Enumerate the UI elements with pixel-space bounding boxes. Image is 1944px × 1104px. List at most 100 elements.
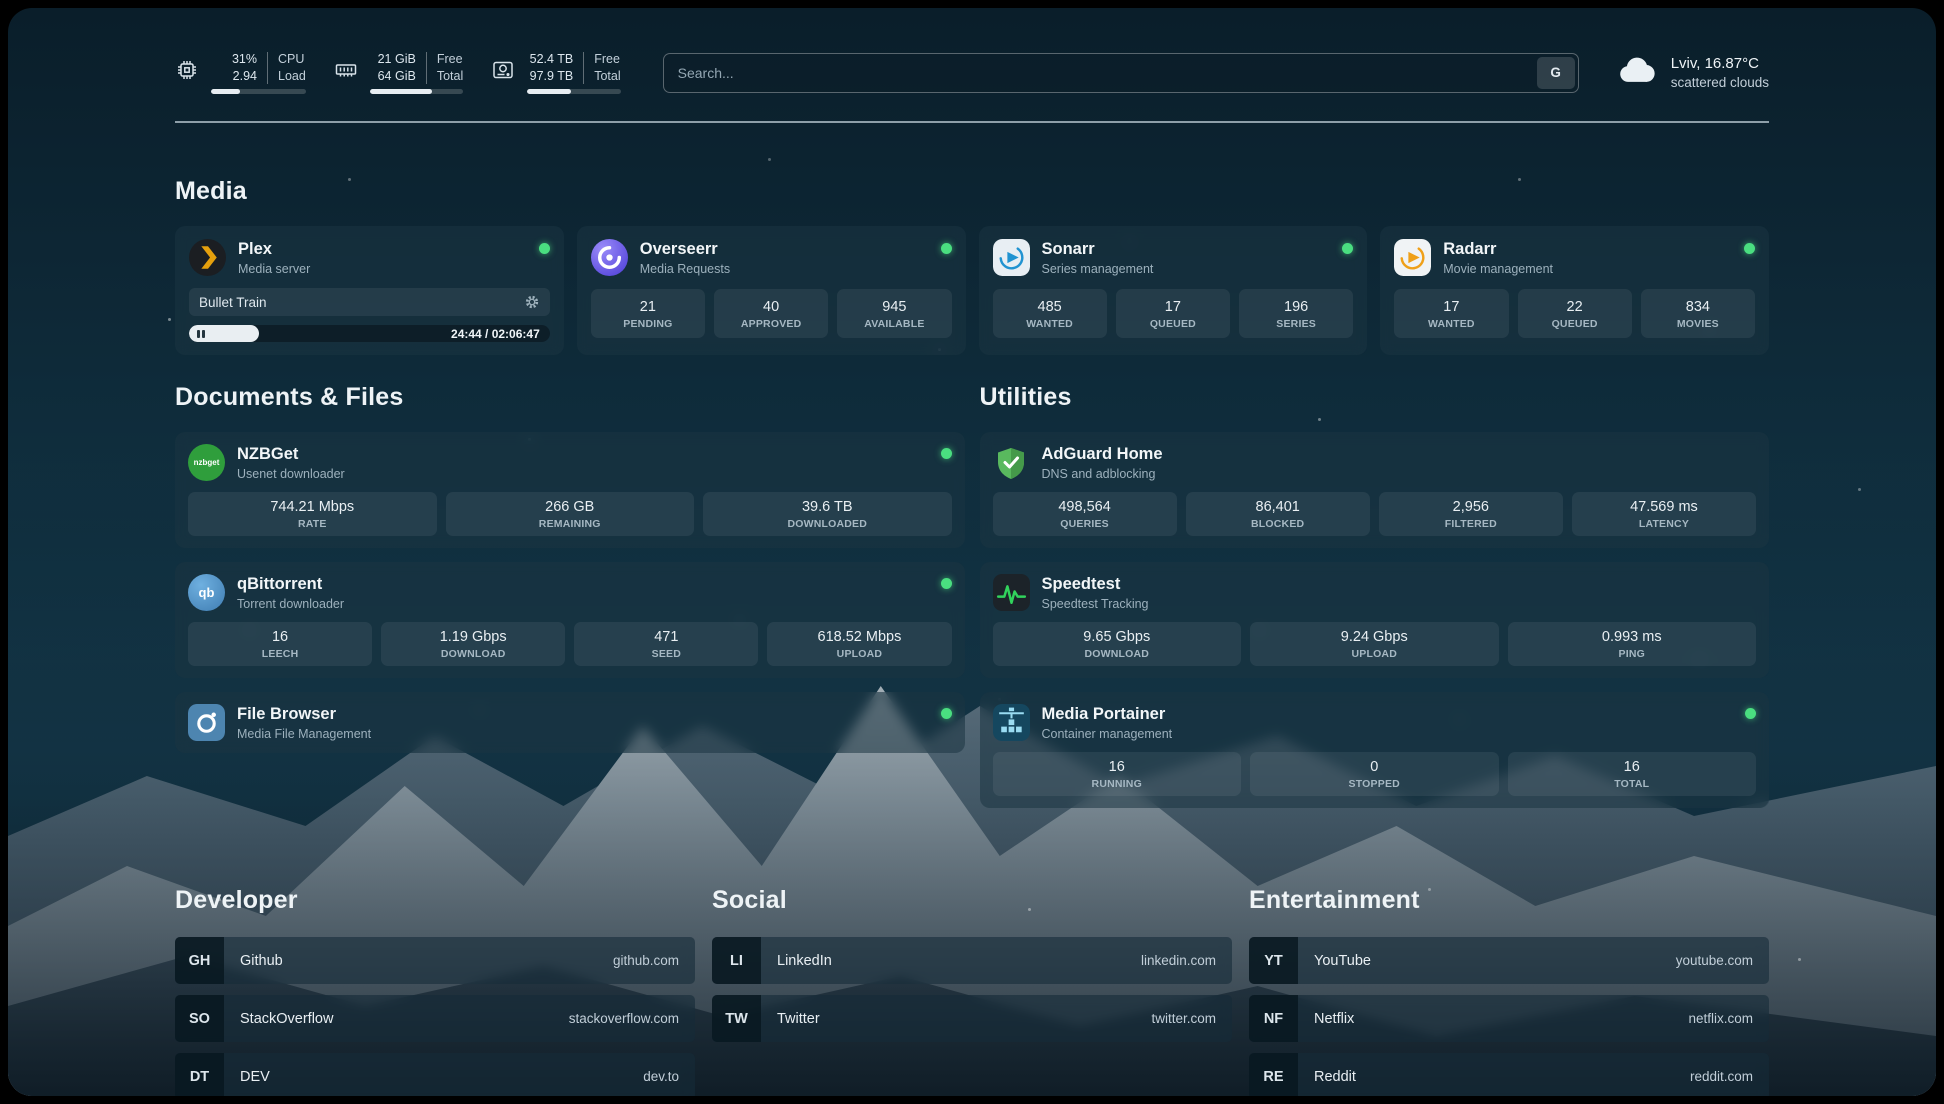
status-dot [1342,243,1353,254]
section-title-media: Media [175,177,1769,206]
github-icon: GH [175,937,224,984]
twitter-icon: TW [712,995,761,1042]
radarr-card[interactable]: Radarr Movie management 17WANTED 22QUEUE… [1380,226,1769,355]
stat-seed: 471SEED [574,622,758,666]
stat-rate: 744.21 MbpsRATE [188,492,437,536]
stat-ping: 0.993 msPING [1508,622,1757,666]
netflix-icon: NF [1249,995,1298,1042]
stat-running: 16RUNNING [993,752,1242,796]
speedtest-card[interactable]: Speedtest Speedtest Tracking 9.65 GbpsDO… [980,562,1770,678]
status-dot [539,243,550,254]
bookmark-github[interactable]: GH Github github.com [175,937,695,984]
gear-icon[interactable] [524,294,540,310]
stat-wanted: 17WANTED [1394,289,1508,338]
cpu-stat: 31% 2.94 CPU Load [175,52,306,94]
radarr-icon [1394,239,1431,276]
filebrowser-card[interactable]: File Browser Media File Management [175,692,965,753]
app-subtitle: Container management [1042,727,1173,741]
app-name: File Browser [237,705,371,724]
stat-stopped: 0STOPPED [1250,752,1499,796]
plex-card[interactable]: Plex Media server Bullet Train [175,226,564,355]
cpu-usage-value: 31% [232,52,257,67]
dashboard-screen: 31% 2.94 CPU Load [8,8,1936,1096]
app-subtitle: DNS and adblocking [1042,467,1163,481]
dev-icon: DT [175,1053,224,1096]
bookmark-youtube[interactable]: YT YouTube youtube.com [1249,937,1769,984]
bookmark-dev[interactable]: DT DEV dev.to [175,1053,695,1096]
speedtest-icon [993,574,1030,611]
utilities-column: Utilities AdGuard Home DNS and adblockin… [980,383,1770,808]
stat-download: 1.19 GbpsDOWNLOAD [381,622,565,666]
sonarr-card[interactable]: Sonarr Series management 485WANTED 17QUE… [979,226,1368,355]
bookmark-linkedin[interactable]: LI LinkedIn linkedin.com [712,937,1232,984]
stat-remaining: 266 GBREMAINING [446,492,695,536]
cloud-icon [1615,48,1659,97]
adguard-card[interactable]: AdGuard Home DNS and adblocking 498,564Q… [980,432,1770,548]
plex-icon [189,239,226,276]
stat-downloaded: 39.6 TBDOWNLOADED [703,492,952,536]
cpu-usage-label: CPU [278,52,306,67]
stat-series: 196SERIES [1239,289,1353,338]
app-name: AdGuard Home [1042,445,1163,464]
stat-leech: 16LEECH [188,622,372,666]
section-title-documents: Documents & Files [175,383,965,412]
status-dot [1744,243,1755,254]
bookmark-twitter[interactable]: TW Twitter twitter.com [712,995,1232,1042]
search-bar: G [663,53,1579,93]
bookmark-netflix[interactable]: NF Netflix netflix.com [1249,995,1769,1042]
app-subtitle: Series management [1042,262,1154,276]
app-name: Speedtest [1042,575,1149,594]
app-subtitle: Media server [238,262,310,276]
social-bookmarks: Social LI LinkedIn linkedin.com TW Twitt… [712,886,1232,1096]
now-playing-row: Bullet Train [189,288,550,316]
stat-pending: 21PENDING [591,289,705,338]
app-subtitle: Media Requests [640,262,730,276]
ram-total-label: Total [437,69,463,84]
search-input[interactable] [678,65,1537,81]
stat-queries: 498,564QUERIES [993,492,1177,536]
bookmark-reddit[interactable]: RE Reddit reddit.com [1249,1053,1769,1096]
portainer-card[interactable]: Media Portainer Container management 16R… [980,692,1770,808]
ram-progress-bar [370,89,463,94]
stat-upload: 9.24 GbpsUPLOAD [1250,622,1499,666]
disk-free-value: 52.4 TB [530,52,574,67]
section-title-utilities: Utilities [980,383,1770,412]
developer-bookmarks: Developer GH Github github.com SO StackO… [175,886,695,1096]
app-name: qBittorrent [237,575,344,594]
now-playing-title: Bullet Train [199,295,267,310]
ram-stat: 21 GiB 64 GiB Free Total [334,52,463,94]
cpu-load-value: 2.94 [233,69,257,84]
ram-free-label: Free [437,52,463,67]
nzbget-icon: nzbget [188,444,225,481]
weather-widget: Lviv, 16.87°C scattered clouds [1615,48,1769,97]
stat-approved: 40APPROVED [714,289,828,338]
weather-location: Lviv, 16.87°C [1671,55,1769,72]
header-divider [175,121,1769,123]
pause-icon [202,330,205,338]
ram-free-value: 21 GiB [378,52,416,67]
bookmark-stackoverflow[interactable]: SO StackOverflow stackoverflow.com [175,995,695,1042]
playback-progress-bar[interactable]: 24:44 / 02:06:47 [189,325,550,342]
stackoverflow-icon: SO [175,995,224,1042]
search-engine-button[interactable]: G [1537,57,1575,89]
stat-filtered: 2,956FILTERED [1379,492,1563,536]
divider [426,52,427,84]
stat-wanted: 485WANTED [993,289,1107,338]
pause-button[interactable] [189,325,259,342]
youtube-icon: YT [1249,937,1298,984]
qbittorrent-card[interactable]: qb qBittorrent Torrent downloader 16LEEC… [175,562,965,678]
status-dot [941,448,952,459]
app-name: Media Portainer [1042,705,1173,724]
section-title-developer: Developer [175,886,695,915]
nzbget-card[interactable]: nzbget NZBGet Usenet downloader 744.21 M… [175,432,965,548]
app-name: Plex [238,240,310,259]
portainer-icon [993,704,1030,741]
app-subtitle: Speedtest Tracking [1042,597,1149,611]
filebrowser-icon [188,704,225,741]
disk-icon [491,58,515,87]
divider [267,52,268,84]
system-stats: 31% 2.94 CPU Load [175,52,621,94]
overseerr-card[interactable]: Overseerr Media Requests 21PENDING 40APP… [577,226,966,355]
stat-upload: 618.52 MbpsUPLOAD [767,622,951,666]
reddit-icon: RE [1249,1053,1298,1096]
